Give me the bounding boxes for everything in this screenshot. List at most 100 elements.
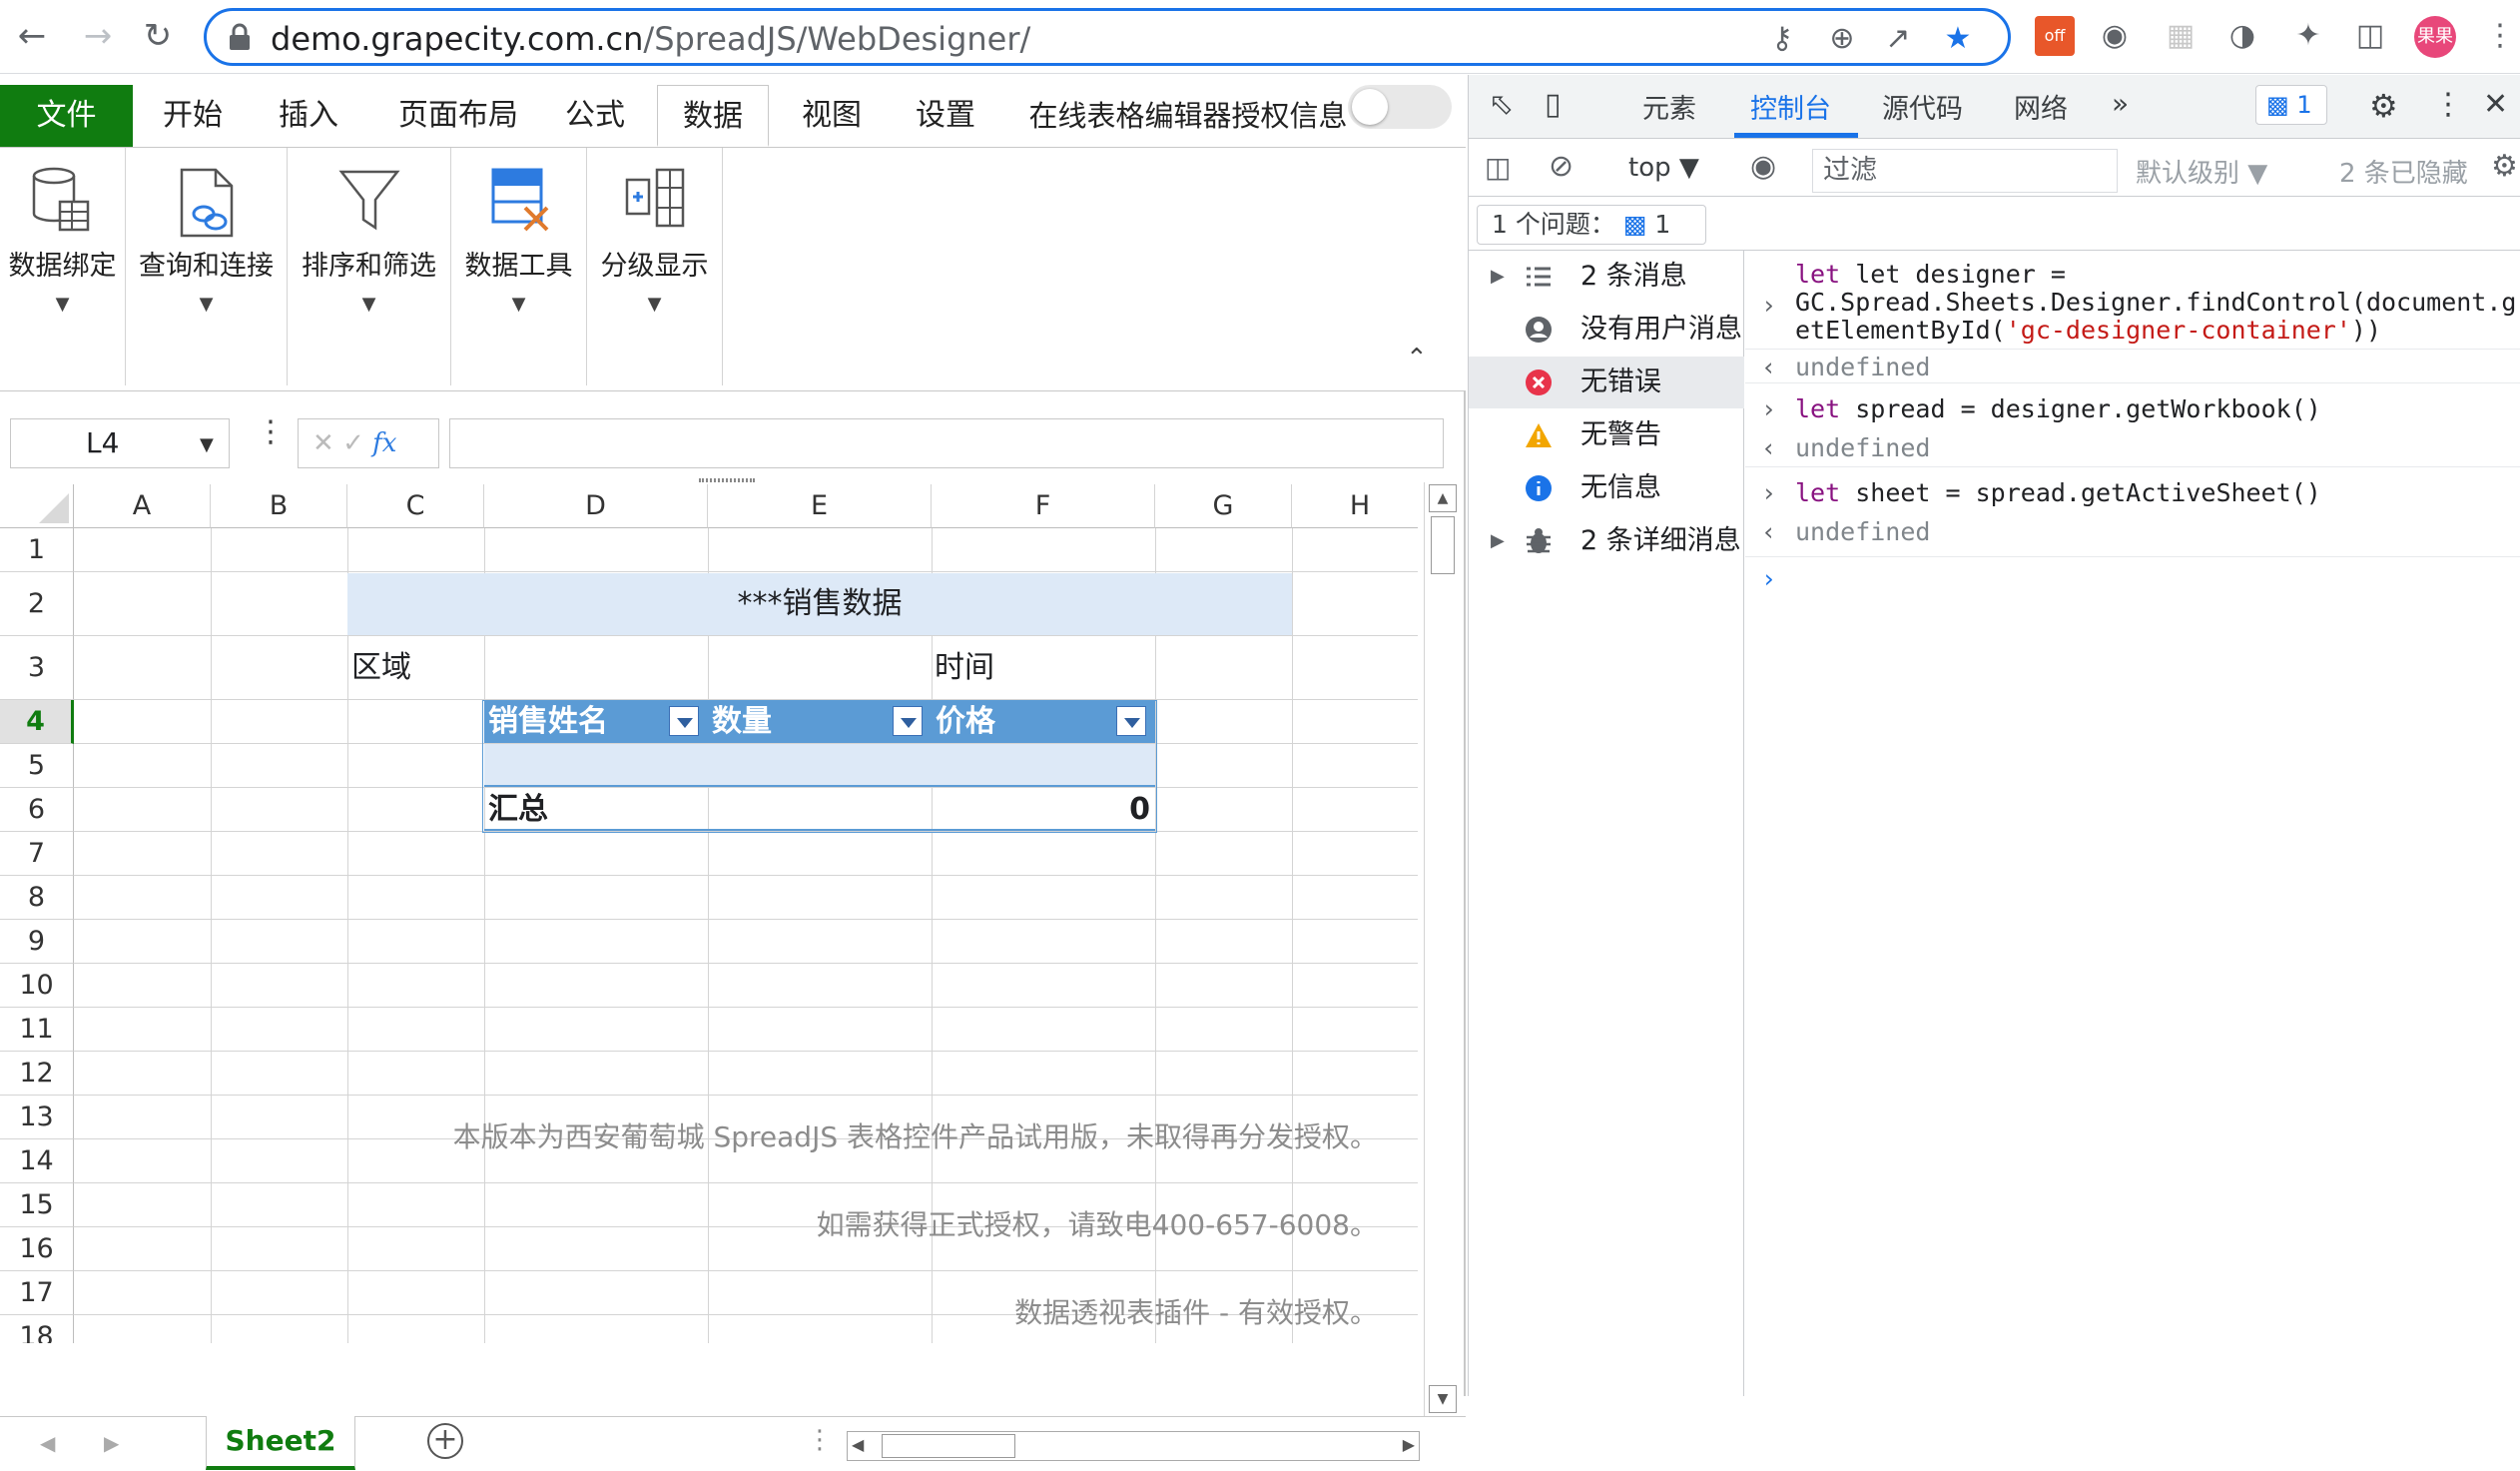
share-icon[interactable]: ↗ xyxy=(1880,21,1916,57)
more-tabs-icon[interactable]: » xyxy=(2112,87,2129,120)
column-header-h[interactable]: H xyxy=(1292,484,1418,528)
context-select[interactable]: top ▼ xyxy=(1628,153,1699,183)
console-input-line[interactable]: › let spread = designer.getWorkbook() xyxy=(1745,382,2520,432)
license-toggle[interactable] xyxy=(1348,85,1452,129)
row-header-9[interactable]: 9 xyxy=(0,920,74,964)
reload-icon[interactable]: ↻ xyxy=(136,14,180,58)
chevron-down-icon[interactable]: ▼ xyxy=(200,434,214,455)
tab-data[interactable]: 数据 xyxy=(657,85,769,147)
ribbon-group-query-connect[interactable]: 查询和连接 ▼ xyxy=(126,148,288,385)
tab-page-layout[interactable]: 页面布局 xyxy=(383,85,533,147)
row-header-10[interactable]: 10 xyxy=(0,964,74,1008)
clear-console-icon[interactable]: ⊘ xyxy=(1549,149,1574,184)
close-icon[interactable]: ✕ xyxy=(2483,87,2508,122)
vertical-scrollbar[interactable]: ▲ ▼ xyxy=(1424,482,1460,1416)
formula-input[interactable] xyxy=(449,418,1444,468)
bookmark-star-icon[interactable]: ★ xyxy=(1940,21,1976,57)
tab-console[interactable]: 控制台 xyxy=(1750,87,1831,126)
tab-license-info[interactable]: 在线表格编辑器授权信息 xyxy=(1028,85,1348,147)
settings-gear-icon[interactable]: ⚙ xyxy=(2491,149,2518,184)
settings-gear-icon[interactable]: ⚙ xyxy=(2369,87,2398,125)
console-prompt[interactable]: › xyxy=(1745,556,2520,596)
row-header-14[interactable]: 14 xyxy=(0,1139,74,1183)
sidebar-item-user-messages[interactable]: 没有用户消息 xyxy=(1469,304,1744,356)
puzzle-icon[interactable]: ✦ xyxy=(2288,16,2328,56)
row-header-2[interactable]: 2 xyxy=(0,572,74,636)
tab-insert[interactable]: 插入 xyxy=(264,85,353,147)
tab-elements[interactable]: 元素 xyxy=(1642,87,1696,126)
spreadsheet-grid[interactable]: A B C D E F G H 1 2 3 4 5 6 7 8 9 10 11 … xyxy=(0,484,1418,1343)
log-level-select[interactable]: 默认级别 ▼ xyxy=(2136,153,2267,190)
row-header-17[interactable]: 17 xyxy=(0,1271,74,1315)
tab-settings[interactable]: 设置 xyxy=(901,85,990,147)
ribbon-group-data-tools[interactable]: 数据工具 ▼ xyxy=(451,148,587,385)
url-text[interactable]: demo.grapecity.com.cn/SpreadJS/WebDesign… xyxy=(271,19,1030,59)
sidebar-item-messages[interactable]: ▶ 2 条消息 xyxy=(1469,251,1744,303)
sidebar-item-info[interactable]: 无信息 xyxy=(1469,462,1744,514)
scroll-right-icon[interactable]: ▶ xyxy=(1403,1435,1415,1454)
sidebar-toggle-icon[interactable]: ◫ xyxy=(1485,151,1511,184)
avatar[interactable]: 果果 xyxy=(2414,16,2456,58)
tab-prev-icon[interactable]: ◀ xyxy=(40,1431,55,1455)
region-label-cell[interactable]: 区域 xyxy=(351,636,411,700)
add-sheet-icon[interactable]: + xyxy=(427,1423,463,1459)
scroll-left-icon[interactable]: ◀ xyxy=(852,1435,864,1454)
tab-file[interactable]: 文件 xyxy=(0,85,133,147)
select-all-corner[interactable] xyxy=(0,484,74,528)
tab-sources[interactable]: 源代码 xyxy=(1882,87,1963,126)
cancel-icon[interactable]: ✕ xyxy=(313,428,334,458)
side-panel-icon[interactable]: ◫ xyxy=(2350,16,2390,56)
console-input-line[interactable]: › let sheet = spread.getActiveSheet() xyxy=(1745,466,2520,516)
time-label-cell[interactable]: 时间 xyxy=(935,636,994,700)
ribbon-group-outline[interactable]: 分级显示 ▼ xyxy=(587,148,723,385)
issues-badge[interactable]: ▩ 1 xyxy=(2255,85,2327,125)
row-header-11[interactable]: 11 xyxy=(0,1008,74,1052)
sidebar-item-errors[interactable]: 无错误 xyxy=(1469,357,1744,408)
device-toggle-icon[interactable]: ▯ xyxy=(1545,87,1562,122)
row-header-18[interactable]: 18 xyxy=(0,1315,74,1343)
globe-extension-icon[interactable]: ◑ xyxy=(2222,16,2262,56)
row-header-16[interactable]: 16 xyxy=(0,1227,74,1271)
extension-off-icon[interactable]: off xyxy=(2035,16,2075,56)
row-header-7[interactable]: 7 xyxy=(0,832,74,876)
kebab-menu-icon[interactable]: ⋮ xyxy=(2480,16,2520,56)
column-header-d[interactable]: D xyxy=(484,484,708,528)
row-header-12[interactable]: 12 xyxy=(0,1052,74,1096)
grid-extension-icon[interactable]: ▦ xyxy=(2161,16,2201,56)
inspect-element-icon[interactable]: ⬁ xyxy=(1489,87,1514,122)
horizontal-scrollbar[interactable]: ◀ ▶ xyxy=(847,1431,1420,1461)
column-header-a[interactable]: A xyxy=(74,484,211,528)
camera-extension-icon[interactable]: ◉ xyxy=(2095,16,2135,56)
row-header-5[interactable]: 5 xyxy=(0,744,74,788)
row-header-3[interactable]: 3 xyxy=(0,636,74,700)
scroll-up-icon[interactable]: ▲ xyxy=(1429,484,1457,512)
console-output[interactable]: › let let designer = GC.Spread.Sheets.De… xyxy=(1745,251,2520,1396)
eye-icon[interactable]: ◉ xyxy=(1750,149,1776,184)
scroll-thumb[interactable] xyxy=(1431,516,1455,574)
column-header-c[interactable]: C xyxy=(347,484,484,528)
zoom-icon[interactable]: ⊕ xyxy=(1824,21,1860,57)
sidebar-item-verbose[interactable]: ▶ 2 条详细消息 xyxy=(1469,515,1744,567)
more-vertical-icon[interactable]: ⋮ xyxy=(256,414,286,449)
ribbon-group-data-binding[interactable]: 数据绑定 ▼ xyxy=(0,148,126,385)
scroll-down-icon[interactable]: ▼ xyxy=(1429,1385,1457,1413)
column-header-e[interactable]: E xyxy=(708,484,932,528)
ribbon-group-sort-filter[interactable]: 排序和筛选 ▼ xyxy=(288,148,451,385)
sheet-tab-sheet2[interactable]: Sheet2 xyxy=(206,1416,355,1470)
back-arrow-icon[interactable]: ← xyxy=(10,14,54,58)
fx-icon[interactable]: fx xyxy=(372,428,396,458)
name-box[interactable]: L4 xyxy=(10,418,230,468)
column-header-f[interactable]: F xyxy=(932,484,1155,528)
resize-handle-icon[interactable]: ⋮ xyxy=(807,1425,833,1455)
row-header-4[interactable]: 4 xyxy=(0,700,74,744)
tab-network[interactable]: 网络 xyxy=(2014,87,2068,126)
row-header-1[interactable]: 1 xyxy=(0,528,74,572)
tab-next-icon[interactable]: ▶ xyxy=(104,1431,119,1455)
console-input-line[interactable]: › let let designer = GC.Spread.Sheets.De… xyxy=(1745,259,2520,345)
collapse-ribbon-icon[interactable]: ⌃ xyxy=(1406,344,1428,373)
filter-input[interactable]: 过滤 xyxy=(1812,149,2118,193)
confirm-icon[interactable]: ✓ xyxy=(342,428,364,458)
splitter-handle[interactable] xyxy=(699,478,755,482)
row-header-13[interactable]: 13 xyxy=(0,1096,74,1139)
tab-home[interactable]: 开始 xyxy=(148,85,238,147)
